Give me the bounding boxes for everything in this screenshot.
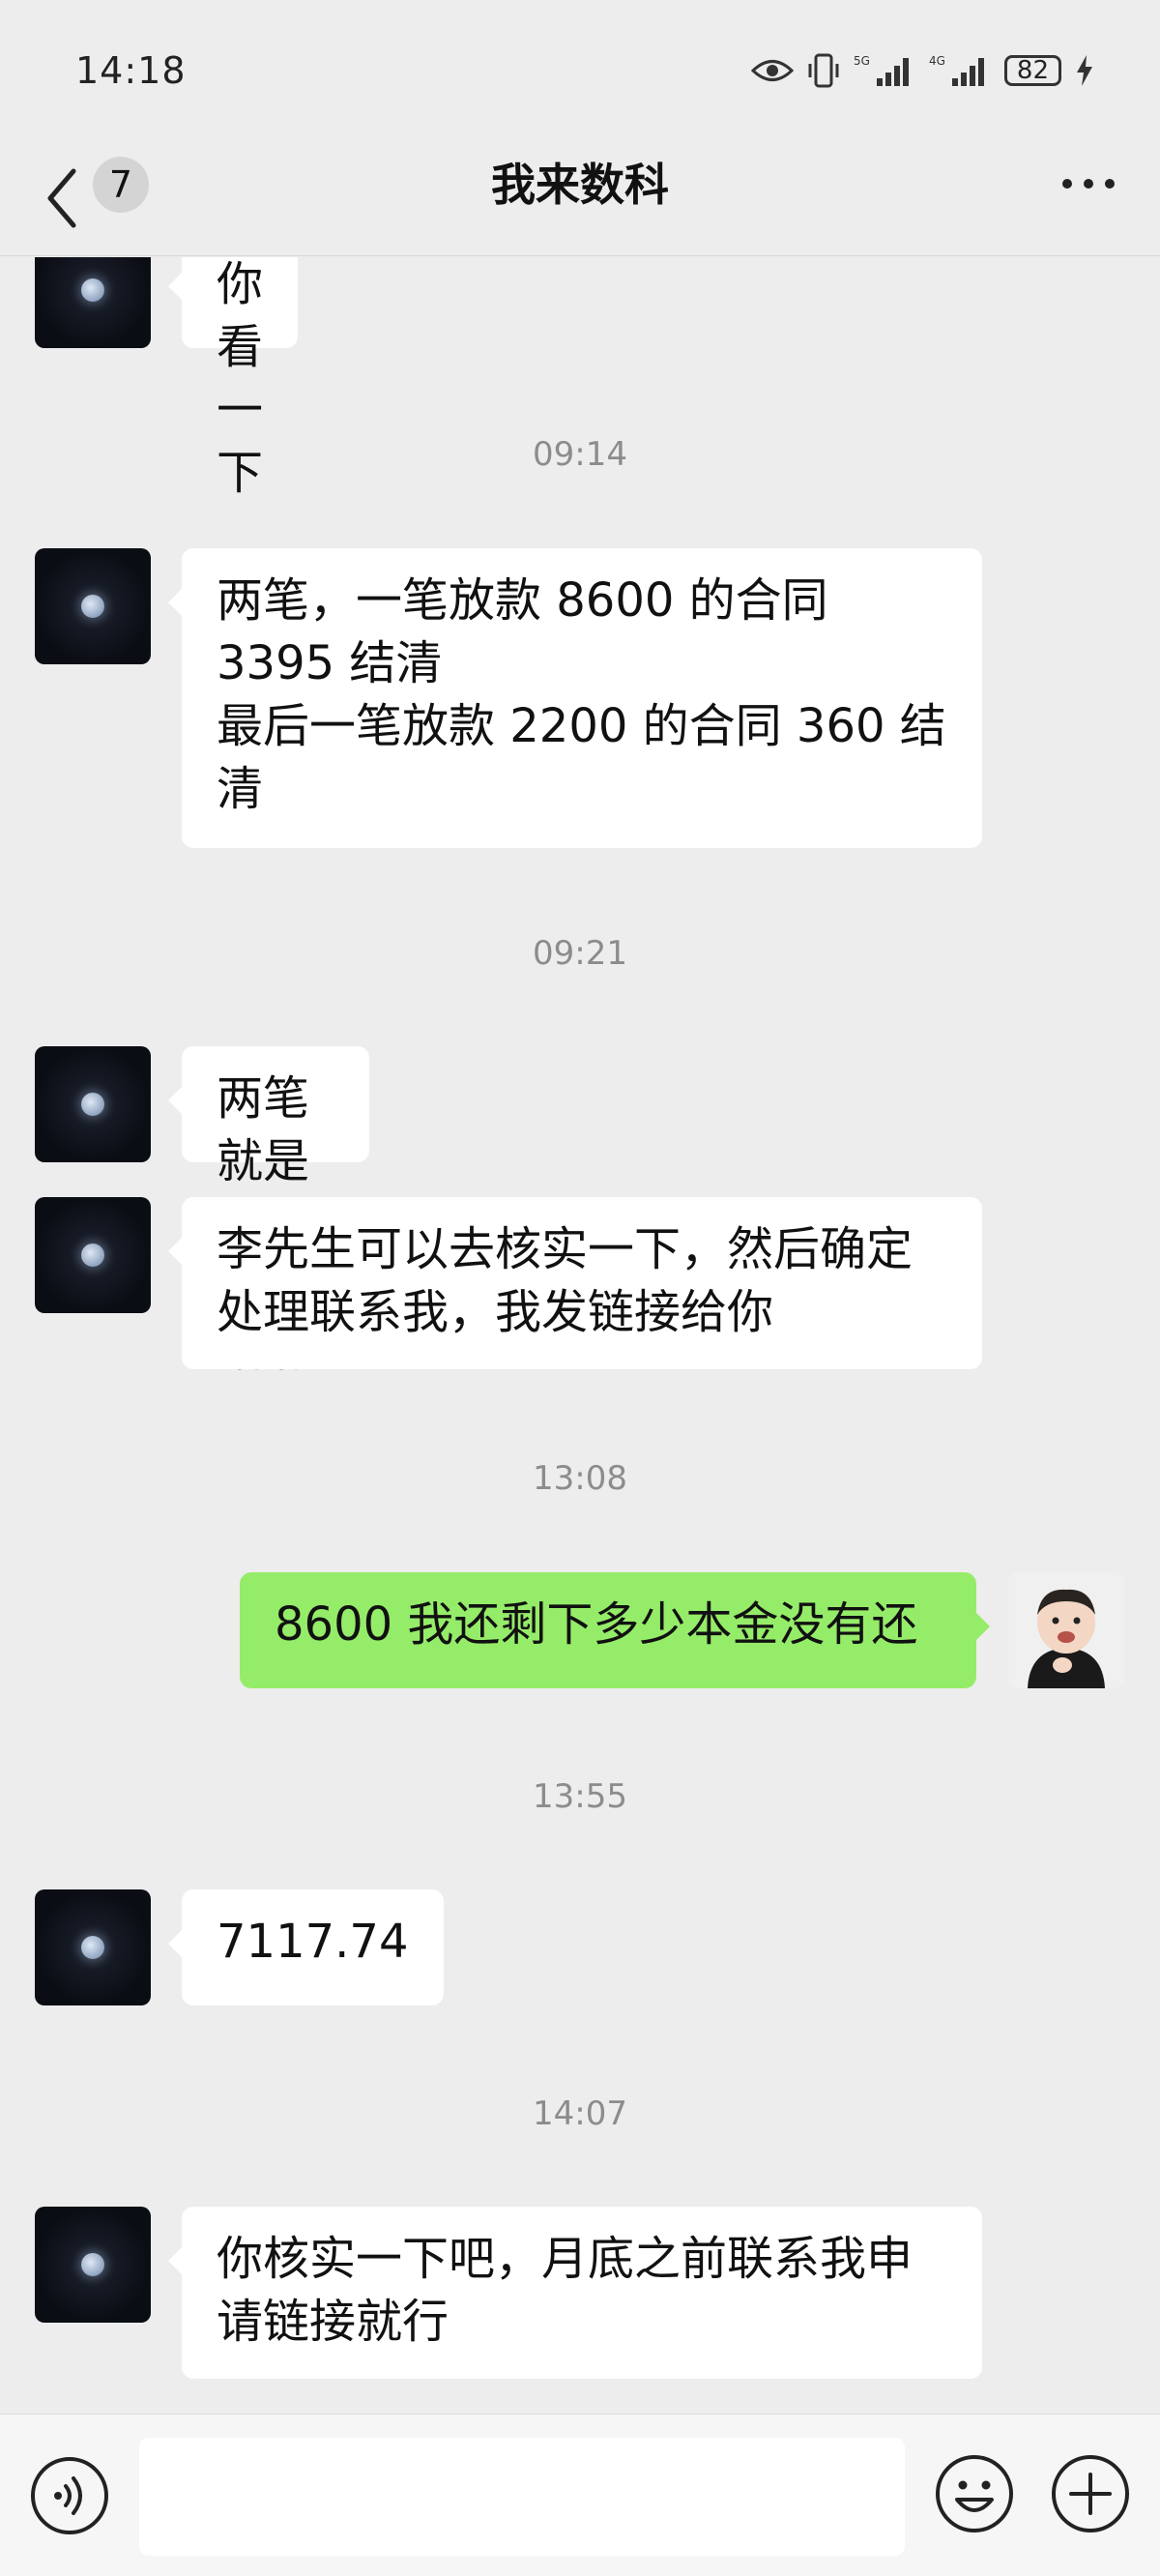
vibrate-icon	[808, 53, 839, 87]
timestamp-label: 14:07	[533, 2094, 627, 2133]
nav-bar: 7 我来数科	[0, 140, 1160, 256]
charging-icon	[1077, 54, 1092, 86]
status-icons: 5G 4G 82	[750, 52, 1094, 89]
battery-level: 82	[1016, 55, 1049, 85]
baby-avatar-image	[1008, 1572, 1124, 1688]
timestamp-label: 09:14	[533, 435, 627, 474]
message-bubble[interactable]: 你核实一下吧，月底之前联系我申请链接就行	[168, 2207, 982, 2379]
contact-avatar[interactable]	[35, 2207, 151, 2323]
plus-icon[interactable]	[1050, 2453, 1131, 2534]
voice-icon[interactable]	[29, 2455, 110, 2536]
contact-avatar[interactable]	[35, 1197, 151, 1313]
message-bubble[interactable]: 8600 我还剩下多少本金没有还	[240, 1572, 990, 1688]
input-bar	[0, 2414, 1160, 2576]
message-bubble[interactable]: 7117.74	[168, 1889, 444, 2005]
contact-avatar[interactable]	[35, 548, 151, 664]
contact-avatar[interactable]	[35, 1889, 151, 2005]
more-dots-icon[interactable]	[1059, 169, 1117, 198]
eye-icon	[750, 59, 794, 81]
status-bar: 14:18 5G 4G 82	[0, 0, 1160, 140]
message-input[interactable]	[139, 2438, 905, 2556]
timestamp-label: 13:08	[533, 1459, 627, 1498]
timestamp-label: 13:55	[533, 1777, 627, 1816]
message-bubble[interactable]: 你看一下	[167, 257, 299, 500]
chat-title: 我来数科	[491, 159, 669, 211]
svg-text:5G: 5G	[854, 54, 870, 68]
battery-icon: 82	[1003, 54, 1061, 86]
message-bubble[interactable]: 李先生可以去核实一下，然后确定处理联系我，我发链接给你	[168, 1197, 982, 1369]
message-bubble[interactable]: 两笔，一笔放款 8600 的合同 3395 结清 最后一笔放款 2200 的合同…	[168, 548, 982, 848]
4g-signal-icon: 4G	[929, 54, 984, 86]
status-time: 14:18	[75, 48, 187, 92]
user-avatar[interactable]	[1008, 1572, 1124, 1688]
contact-avatar[interactable]	[35, 1046, 151, 1162]
5g-signal-icon: 5G	[854, 54, 909, 86]
emoji-icon[interactable]	[934, 2453, 1015, 2534]
timestamp-label: 09:21	[533, 934, 627, 973]
message-bubble[interactable]: 两笔就是 3755 全部结清	[167, 1046, 370, 1377]
contact-avatar[interactable]	[35, 257, 151, 348]
svg-text:4G: 4G	[929, 54, 945, 68]
chat-message-list[interactable]: 你看一下 09:14 两笔，一笔放款 8600 的合同 3395 结清 最后一笔…	[0, 257, 1160, 2414]
